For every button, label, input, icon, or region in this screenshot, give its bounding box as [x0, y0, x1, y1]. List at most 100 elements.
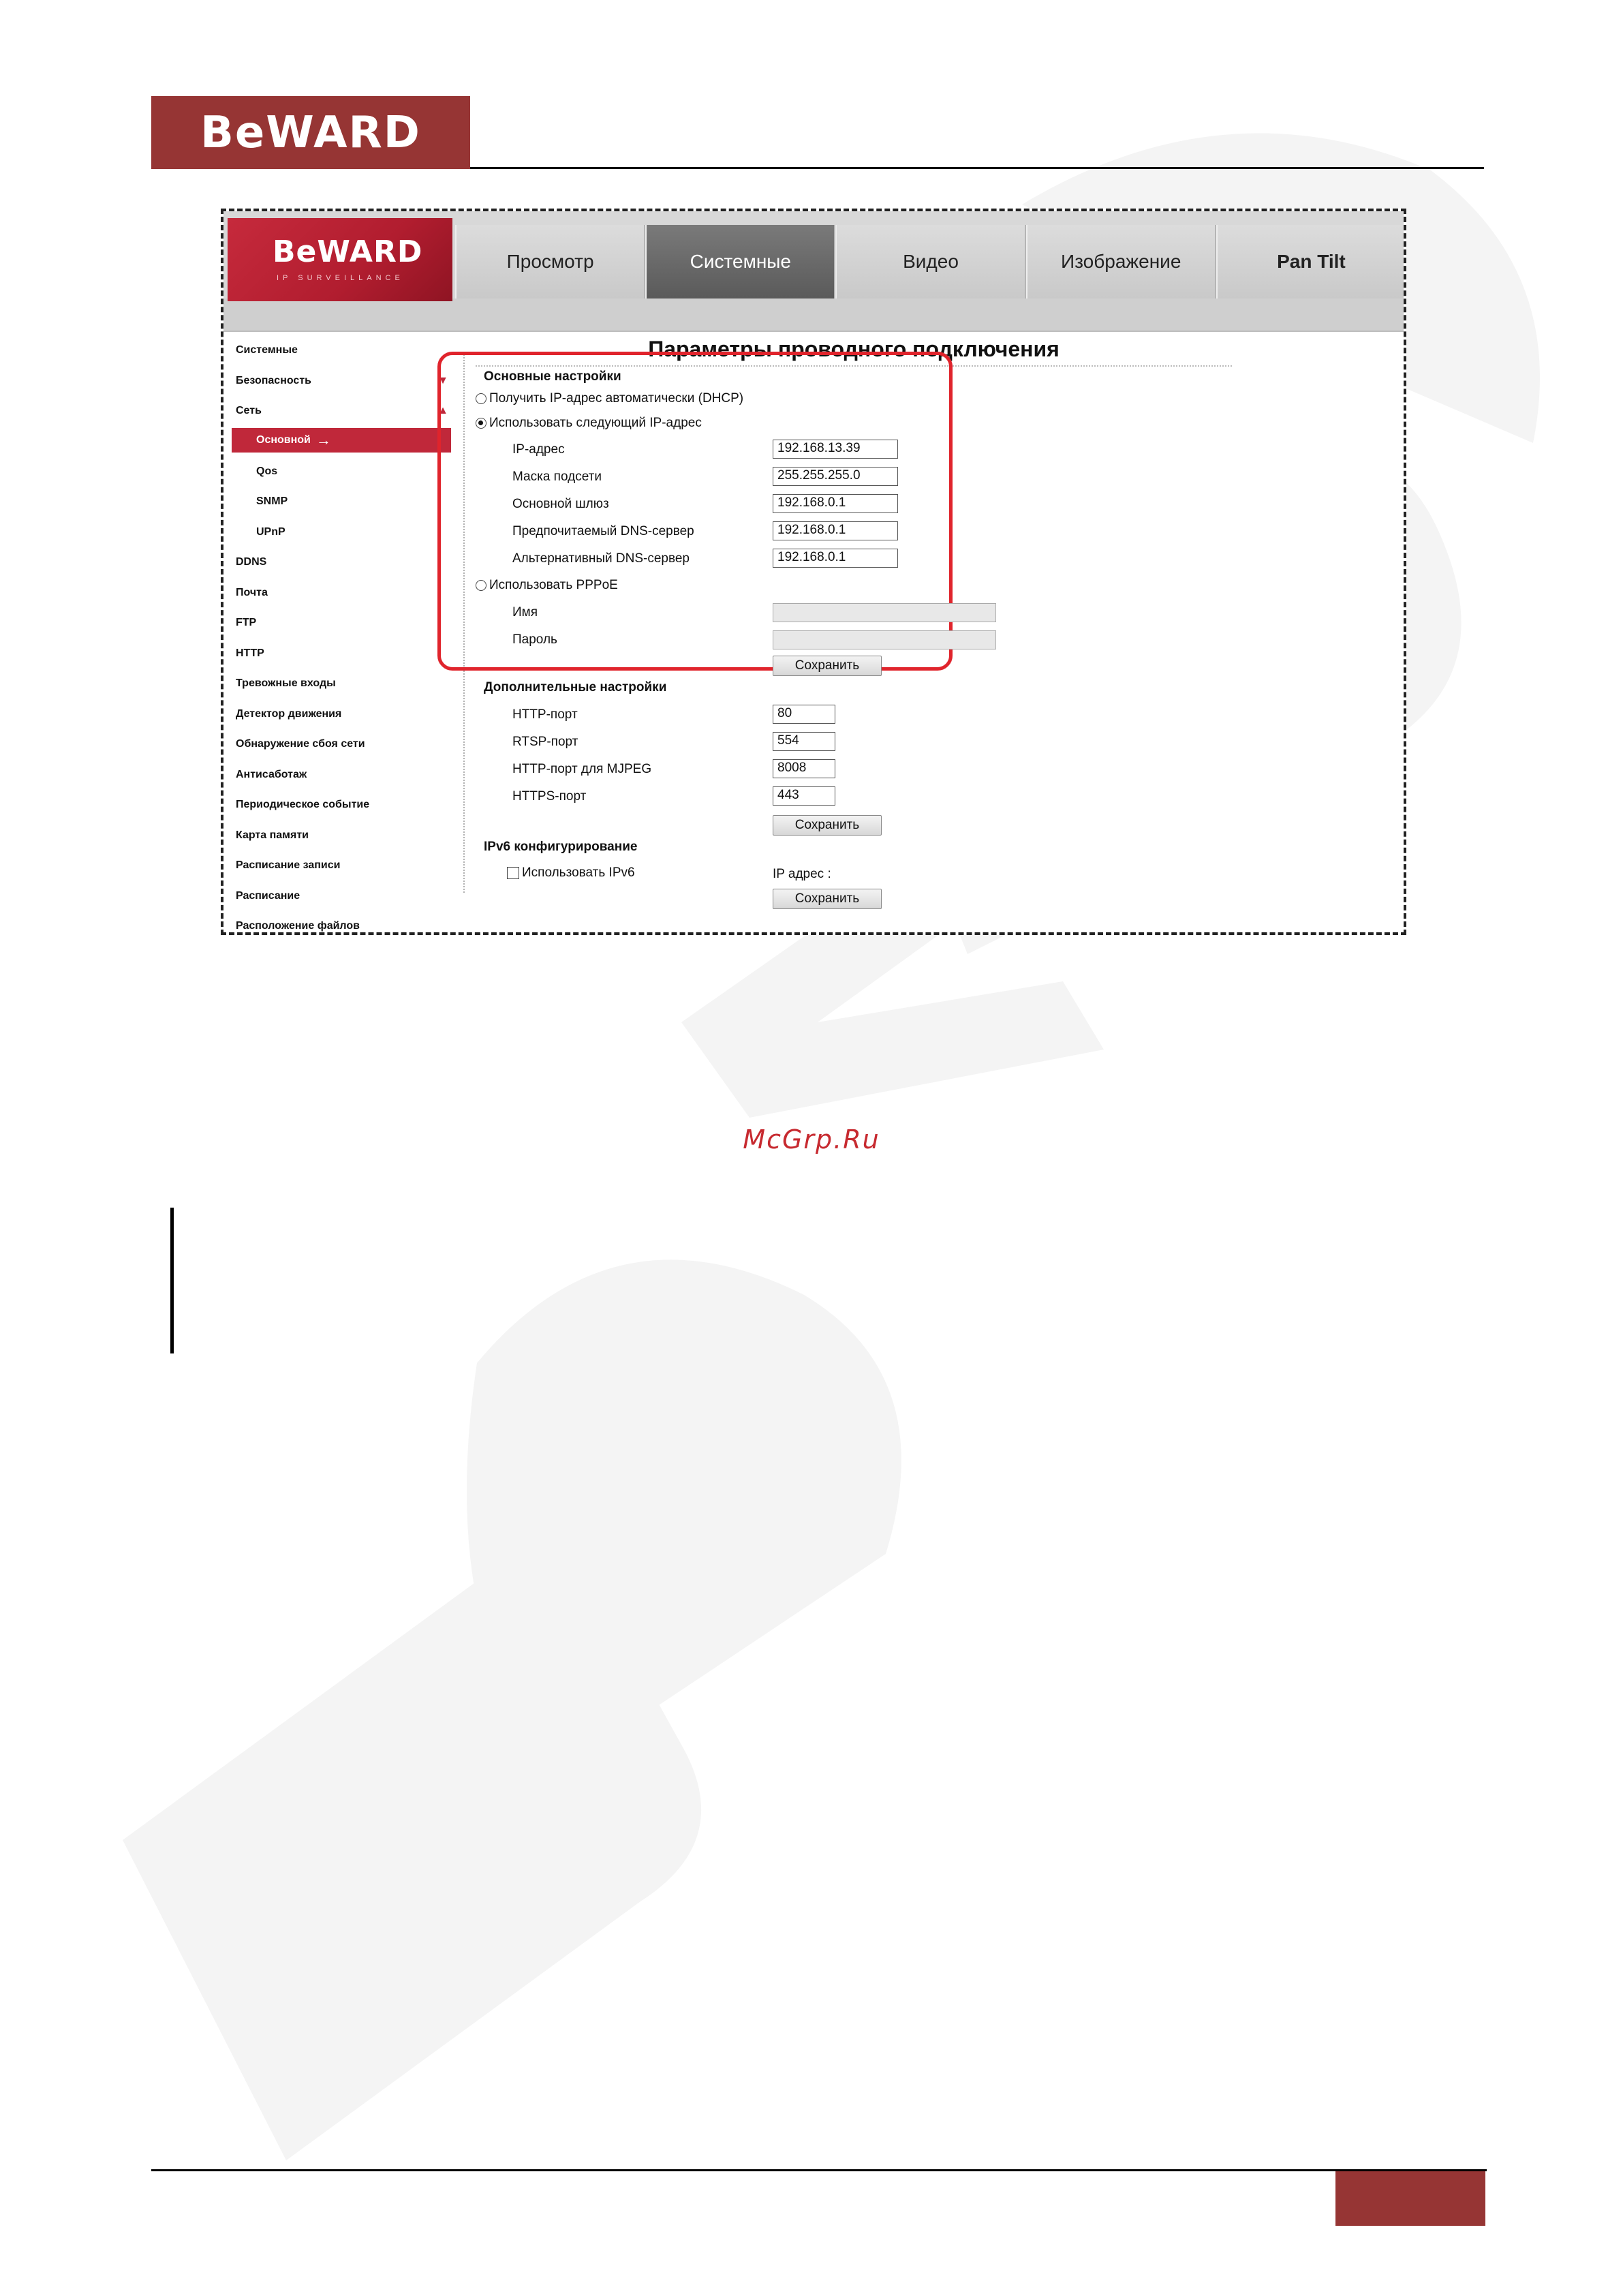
sidebar-item-label: Qos [256, 465, 278, 477]
dns1-input[interactable]: 192.168.0.1 [773, 521, 898, 540]
rtsp-port-input[interactable]: 554 [773, 732, 835, 751]
sidebar-item-ddns[interactable]: DDNS [232, 547, 451, 578]
sidebar-item-upnp[interactable]: UPnP [232, 517, 451, 548]
dhcp-label: Получить IP-адрес автоматически (DHCP) [489, 391, 744, 405]
sidebar-item-basic[interactable]: Основной → [232, 427, 451, 453]
tab-pan-tilt[interactable]: Pan Tilt [1216, 225, 1404, 299]
radio-button[interactable] [476, 580, 486, 591]
ui-logo: BeWARD IP SURVEILLANCE [228, 218, 452, 301]
sidebar-item-label: Основной [256, 433, 311, 446]
rtsp-port-label: RTSP-порт [512, 735, 578, 749]
mjpeg-port-label: HTTP-порт для MJPEG [512, 762, 652, 776]
mjpeg-port-input[interactable]: 8008 [773, 759, 835, 778]
sidebar-item-label: Периодическое событие [236, 799, 370, 811]
sidebar-item-qos[interactable]: Qos [232, 457, 451, 487]
ipv6-address-label: IP адрес : [773, 867, 831, 881]
sidebar-item-file-location[interactable]: Расположение файлов [232, 911, 451, 932]
sidebar-item-motion-detector[interactable]: Детектор движения [232, 699, 451, 730]
ui-logo-brand: BeWARD [273, 234, 423, 269]
sidebar-item-label: Обнаружение сбоя сети [236, 738, 365, 750]
checkbox[interactable] [507, 867, 519, 879]
ipv6-option[interactable]: Использовать IPv6 [507, 866, 635, 881]
pppoe-name-label: Имя [512, 605, 538, 619]
sidebar-item-network-failure[interactable]: Обнаружение сбоя сети [232, 729, 451, 760]
radio-button-selected[interactable] [476, 418, 486, 429]
doc-brand-text: BeWARD [200, 107, 421, 158]
tab-system[interactable]: Системные [645, 225, 836, 299]
tab-video[interactable]: Видео [835, 225, 1026, 299]
subnet-mask-input[interactable]: 255.255.255.0 [773, 467, 898, 486]
ipv6-title: IPv6 конфигурирование [484, 840, 638, 854]
sidebar-item-label: HTTP [236, 647, 264, 659]
dns2-label: Альтернативный DNS-сервер [512, 551, 690, 566]
tab-view[interactable]: Просмотр [455, 225, 646, 299]
sidebar-item-label: Карта памяти [236, 829, 309, 841]
pppoe-password-input[interactable] [773, 630, 996, 649]
ip-address-input[interactable]: 192.168.13.39 [773, 440, 898, 459]
pppoe-name-input[interactable] [773, 603, 996, 622]
sidebar-item-memory-card[interactable]: Карта памяти [232, 821, 451, 851]
sidebar-item-label: SNMP [256, 495, 288, 508]
header-rule [470, 167, 1484, 169]
gateway-input[interactable]: 192.168.0.1 [773, 494, 898, 513]
sidebar-item-label: Безопасность [236, 374, 311, 386]
save-ipv6-button[interactable]: Сохранить [773, 889, 882, 909]
save-basic-button[interactable]: Сохранить [773, 656, 882, 676]
sidebar-item-label: Сеть [236, 405, 262, 417]
sidebar-item-label: Расписание [236, 889, 300, 902]
sidebar-item-system[interactable]: Системные [232, 335, 451, 366]
sidebar-item-http[interactable]: HTTP [232, 639, 451, 669]
pppoe-option[interactable]: Использовать PPPoE [476, 578, 618, 593]
pppoe-label: Использовать PPPoE [489, 578, 618, 592]
sidebar-item-snmp[interactable]: SNMP [232, 487, 451, 517]
source-watermark-text: McGrp.Ru [743, 1124, 880, 1154]
sidebar-item-label: Почта [236, 586, 268, 598]
sidebar-item-tamper[interactable]: Антисаботаж [232, 760, 451, 791]
sidebar-item-label: FTP [236, 617, 257, 629]
basic-settings-title: Основные настройки [484, 369, 621, 384]
sidebar-item-label: Расписание записи [236, 859, 341, 872]
sidebar-item-schedule[interactable]: Расписание [232, 881, 451, 912]
sidebar-nav: Системные Безопасность ▼ Сеть ▲ Основной → … [232, 335, 451, 932]
static-ip-label: Использовать следующий IP-адрес [489, 416, 702, 430]
sidebar-item-label: UPnP [256, 525, 285, 538]
http-port-label: HTTP-порт [512, 707, 578, 722]
arrow-right-icon: → [315, 431, 331, 448]
gateway-label: Основной шлюз [512, 497, 609, 511]
https-port-label: HTTPS-порт [512, 789, 587, 803]
sidebar-item-label: DDNS [236, 556, 267, 568]
sidebar-item-security[interactable]: Безопасность ▼ [232, 366, 451, 397]
sidebar-item-network[interactable]: Сеть ▲ [232, 396, 451, 427]
dhcp-option[interactable]: Получить IP-адрес автоматически (DHCP) [476, 391, 743, 406]
save-extra-button[interactable]: Сохранить [773, 815, 882, 836]
doc-brand-logo: BeWARD [151, 96, 470, 169]
dns1-label: Предпочитаемый DNS-сервер [512, 524, 694, 538]
top-bar-shade [223, 299, 1404, 332]
main-tabs: Просмотр Системные Видео Изображение Pan… [455, 225, 1404, 299]
footer-brand-block [1335, 2171, 1485, 2226]
extra-settings-title: Дополнительные настройки [484, 680, 667, 694]
sidebar-item-alarm-inputs[interactable]: Тревожные входы [232, 669, 451, 699]
sidebar-item-label: Детектор движения [236, 707, 342, 720]
http-port-input[interactable]: 80 [773, 705, 835, 724]
sidebar-item-record-schedule[interactable]: Расписание записи [232, 851, 451, 881]
margin-bar [170, 1208, 174, 1353]
sidebar-item-label: Расположение файлов [236, 920, 360, 932]
web-interface-screenshot: BeWARD IP SURVEILLANCE Просмотр Системны… [221, 209, 1406, 935]
ipv6-label: Использовать IPv6 [522, 866, 635, 880]
ui-logo-tagline: IP SURVEILLANCE [277, 274, 404, 282]
radio-button[interactable] [476, 393, 486, 404]
footer-rule [151, 2169, 1487, 2171]
sidebar-item-label: Антисаботаж [236, 768, 307, 780]
tab-image[interactable]: Изображение [1025, 225, 1216, 299]
sidebar-item-ftp[interactable]: FTP [232, 608, 451, 639]
pppoe-password-label: Пароль [512, 632, 557, 647]
subnet-mask-label: Маска подсети [512, 470, 602, 484]
sidebar-item-mail[interactable]: Почта [232, 578, 451, 609]
https-port-input[interactable]: 443 [773, 786, 835, 806]
ip-address-label: IP-адрес [512, 442, 565, 457]
static-ip-option[interactable]: Использовать следующий IP-адрес [476, 416, 702, 431]
sidebar-item-label: Системные [236, 344, 298, 356]
sidebar-item-periodic-event[interactable]: Периодическое событие [232, 790, 451, 821]
dns2-input[interactable]: 192.168.0.1 [773, 549, 898, 568]
